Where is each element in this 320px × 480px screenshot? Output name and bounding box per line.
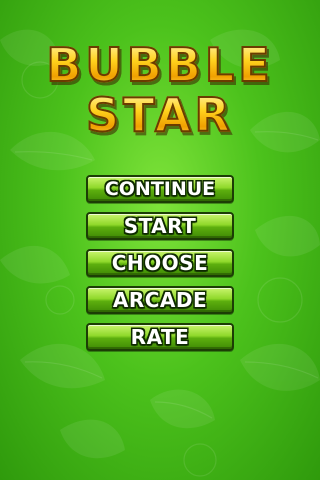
rate-button[interactable]: RATE bbox=[86, 323, 234, 351]
choose-button[interactable]: CHOOSE bbox=[86, 249, 234, 277]
arcade-button[interactable]: ARCADE bbox=[86, 286, 234, 314]
game-menu-screen: BUBBLE STAR CONTINUE START CHOOSE ARCADE… bbox=[0, 0, 320, 480]
game-title-line-2: STAR bbox=[0, 91, 320, 139]
continue-button[interactable]: CONTINUE bbox=[86, 175, 234, 203]
main-menu: CONTINUE START CHOOSE ARCADE RATE bbox=[86, 175, 236, 360]
game-title-line-1: BUBBLE bbox=[0, 41, 320, 89]
start-button[interactable]: START bbox=[86, 212, 234, 240]
